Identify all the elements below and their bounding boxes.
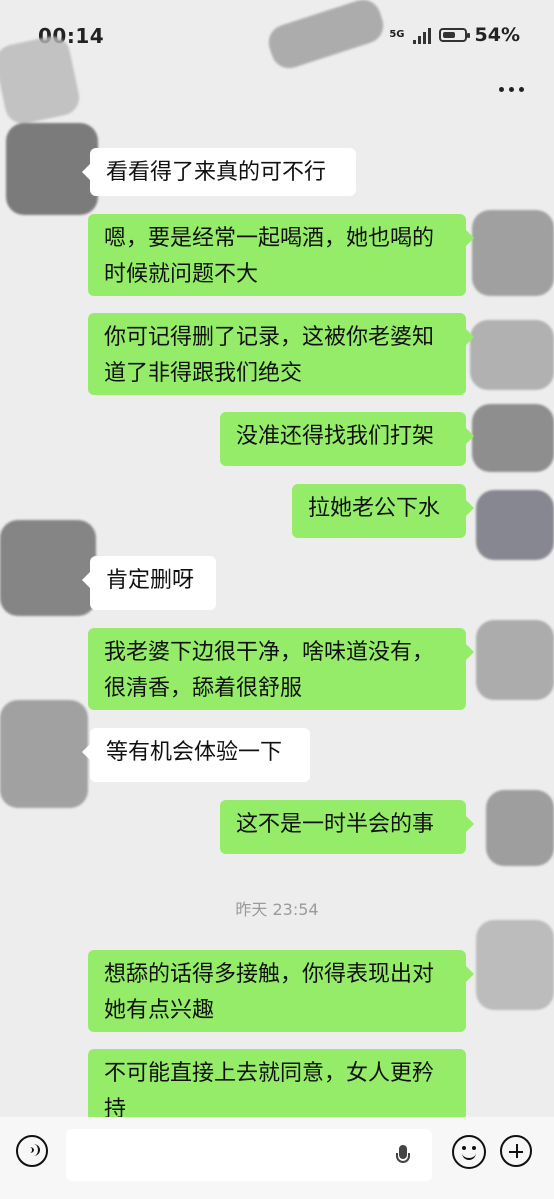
signal-icon xyxy=(412,26,431,44)
redaction-scribble xyxy=(0,520,96,616)
redaction-scribble xyxy=(0,700,88,808)
redaction-scribble xyxy=(472,404,554,472)
outgoing-message: 没准还得找我们打架 xyxy=(220,412,474,466)
more-button[interactable] xyxy=(494,74,528,104)
outgoing-message: 你可记得删了记录，这被你老婆知 道了非得跟我们绝交 xyxy=(88,313,474,395)
redaction-scribble xyxy=(476,920,554,1010)
chat-timestamp: 昨天 23:54 xyxy=(235,900,319,919)
more-icon-dot xyxy=(508,86,514,92)
redaction-scribble xyxy=(470,320,554,390)
voice-icon[interactable] xyxy=(16,1135,48,1167)
outgoing-message: 我老婆下边很干净，啥味道没有， 很清香，舔着很舒服 xyxy=(88,628,474,710)
battery-percentage: 54% xyxy=(474,24,520,46)
outgoing-message: 想舔的话得多接触，你得表现出对 她有点兴趣 xyxy=(88,950,474,1032)
redaction-scribble xyxy=(476,620,554,700)
incoming-message: 等有机会体验一下 xyxy=(82,728,310,782)
redaction-scribble xyxy=(476,490,554,560)
plus-icon[interactable] xyxy=(500,1135,532,1167)
incoming-message: 肯定删呀 xyxy=(82,556,216,610)
more-icon-dot xyxy=(518,86,524,92)
network-label: 5G xyxy=(389,29,405,40)
redaction-scribble xyxy=(472,210,554,296)
outgoing-message: 这不是一时半会的事 xyxy=(220,800,474,854)
message-input[interactable] xyxy=(66,1129,432,1181)
outgoing-message: 不可能直接上去就同意，女人更矜 持 xyxy=(88,1049,466,1121)
emoji-icon[interactable] xyxy=(452,1135,486,1169)
outgoing-message: 嗯，要是经常一起喝酒，她也喝的 时候就问题不大 xyxy=(88,214,474,296)
redaction-scribble xyxy=(486,790,554,866)
status-indicators: 5G 54% xyxy=(389,24,520,46)
message-composer xyxy=(0,1117,554,1199)
more-icon-dot xyxy=(498,86,504,92)
incoming-message: 看看得了来真的可不行 xyxy=(82,148,356,196)
battery-icon xyxy=(438,28,470,42)
mic-icon[interactable] xyxy=(396,1145,410,1167)
outgoing-message: 拉她老公下水 xyxy=(292,484,474,538)
